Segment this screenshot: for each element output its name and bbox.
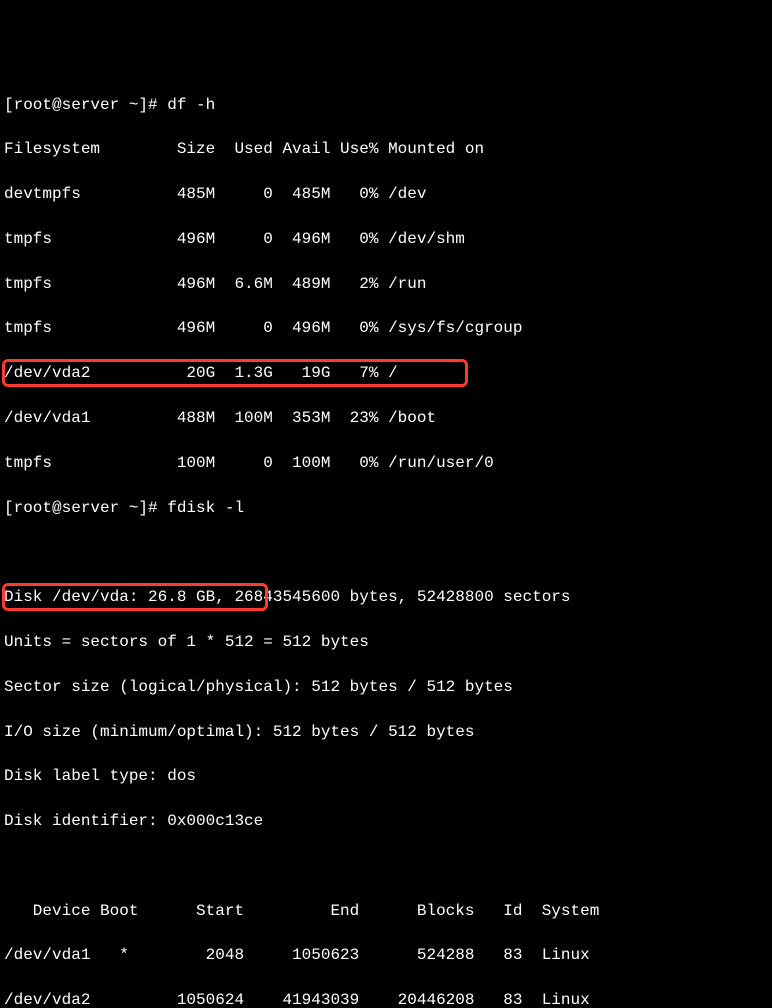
partition-row: /dev/vda1 * 2048 1050623 524288 83 Linux (4, 944, 768, 966)
df-row: devtmpfs 485M 0 485M 0% /dev (4, 183, 768, 205)
df-row-highlighted: /dev/vda2 20G 1.3G 19G 7% / (4, 362, 768, 384)
partition-row: /dev/vda2 1050624 41943039 20446208 83 L… (4, 989, 768, 1008)
fdisk-disk-line-highlighted: Disk /dev/vda: 26.8 GB, (4, 588, 225, 606)
fdisk-sector-size: Sector size (logical/physical): 512 byte… (4, 676, 768, 698)
df-header: Filesystem Size Used Avail Use% Mounted … (4, 138, 768, 160)
shell-prompt-fdisk: [root@server ~]# fdisk -l (4, 497, 768, 519)
fdisk-disk-line-rest: 26843545600 bytes, 52428800 sectors (225, 588, 571, 606)
df-row: tmpfs 496M 0 496M 0% /sys/fs/cgroup (4, 317, 768, 339)
partition-header: Device Boot Start End Blocks Id System (4, 900, 768, 922)
fdisk-identifier: Disk identifier: 0x000c13ce (4, 810, 768, 832)
fdisk-label: Disk label type: dos (4, 765, 768, 787)
df-row: /dev/vda1 488M 100M 353M 23% /boot (4, 407, 768, 429)
df-row: tmpfs 496M 6.6M 489M 2% /run (4, 273, 768, 295)
shell-prompt-df: [root@server ~]# df -h (4, 94, 768, 116)
df-row: tmpfs 496M 0 496M 0% /dev/shm (4, 228, 768, 250)
fdisk-units: Units = sectors of 1 * 512 = 512 bytes (4, 631, 768, 653)
df-row: tmpfs 100M 0 100M 0% /run/user/0 (4, 452, 768, 474)
fdisk-io-size: I/O size (minimum/optimal): 512 bytes / … (4, 721, 768, 743)
